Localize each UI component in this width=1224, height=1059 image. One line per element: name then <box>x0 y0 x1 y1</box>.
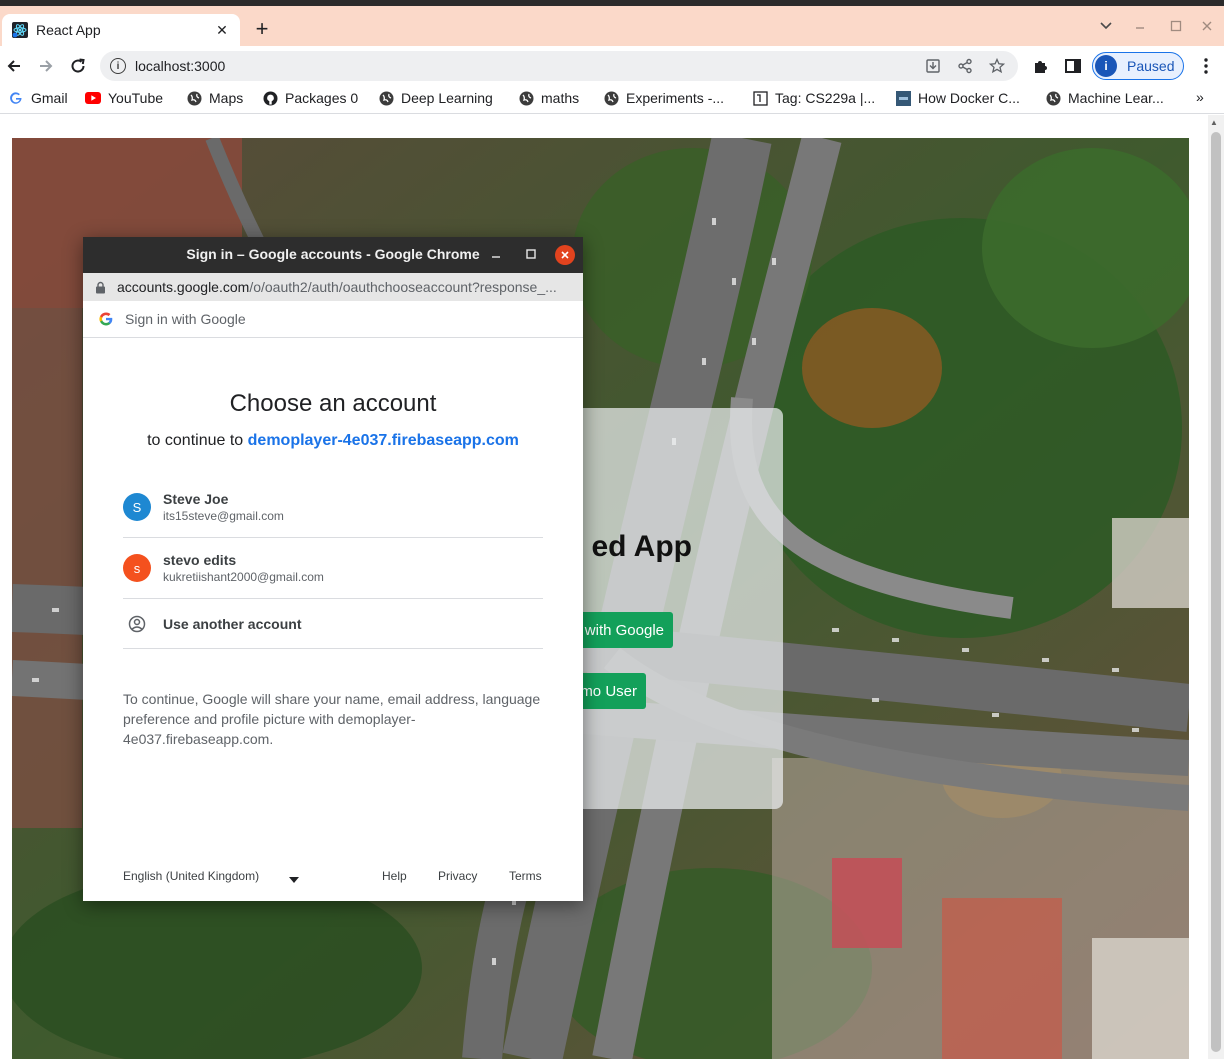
scroll-up-arrow-icon[interactable]: ▲ <box>1210 118 1218 127</box>
choose-account-heading: Choose an account <box>229 390 437 417</box>
globe-icon <box>1045 90 1061 106</box>
google-g-icon <box>8 90 24 106</box>
google-sign-in-popup: Sign in – Google accounts - Google Chrom… <box>83 237 583 901</box>
scrollbar-thumb[interactable] <box>1211 132 1221 1052</box>
share-icon[interactable] <box>954 55 976 77</box>
bookmark-label: Gmail <box>31 90 68 106</box>
install-app-icon[interactable] <box>922 55 944 77</box>
bookmark-label: Packages 0 <box>285 90 359 106</box>
side-panel-icon[interactable] <box>1062 55 1084 77</box>
popup-window-title: Sign in – Google accounts - Google Chrom… <box>186 246 480 262</box>
continue-app-link[interactable]: demoplayer-4e037.firebaseapp.com <box>248 432 519 449</box>
bookmark-label: Maps <box>209 90 244 106</box>
bookmark-label: maths <box>541 90 580 106</box>
account-email: kukretiishant2000@gmail.com <box>163 570 324 584</box>
more-bookmarks-button[interactable]: » <box>1196 89 1204 105</box>
browser-toolbar: i localhost:3000 i Paused <box>0 46 1224 86</box>
bookmark-label: Deep Learning <box>401 90 493 106</box>
tab-react-app[interactable]: React App ✕ <box>2 14 240 46</box>
bookmark-experiments[interactable]: Experiments -... <box>603 90 724 106</box>
bookmark-youtube[interactable]: YouTube <box>85 90 163 106</box>
github-icon <box>262 90 278 106</box>
reload-icon[interactable] <box>66 54 90 78</box>
popup-url-path: /o/oauth2/auth/oauthchooseaccount?respon… <box>249 279 557 295</box>
globe-icon <box>603 90 619 106</box>
maximize-icon[interactable] <box>1170 19 1182 35</box>
tab-close-icon[interactable]: ✕ <box>214 22 230 39</box>
site-info-icon[interactable]: i <box>110 58 126 74</box>
popup-maximize-icon[interactable] <box>525 247 537 264</box>
google-g-icon <box>99 312 113 326</box>
account-item-stevo-edits[interactable]: s stevo edits kukretiishant2000@gmail.co… <box>123 538 543 599</box>
account-circle-icon <box>123 615 151 633</box>
use-another-account-button[interactable]: Use another account <box>123 600 543 649</box>
back-arrow-icon[interactable] <box>2 54 26 78</box>
extensions-puzzle-icon[interactable] <box>1030 55 1052 77</box>
account-avatar: s <box>123 554 151 582</box>
popup-titlebar[interactable]: Sign in – Google accounts - Google Chrom… <box>83 237 583 273</box>
tds-icon <box>895 90 911 106</box>
popup-close-icon[interactable] <box>555 245 575 265</box>
bookmark-deep-learning[interactable]: Deep Learning <box>378 90 493 106</box>
popup-minimize-icon[interactable] <box>491 246 501 265</box>
bookmark-maps[interactable]: Maps <box>186 90 243 106</box>
address-bar[interactable]: i localhost:3000 <box>100 51 1018 81</box>
address-url: localhost:3000 <box>135 58 226 74</box>
youtube-icon <box>85 90 101 106</box>
use-another-account-label: Use another account <box>163 616 302 632</box>
popup-url: accounts.google.com/o/oauth2/auth/oauthc… <box>117 279 577 295</box>
react-icon <box>12 22 28 38</box>
minimize-icon[interactable] <box>1134 18 1146 34</box>
continue-prefix: to continue to <box>147 432 244 449</box>
bookmark-label: Machine Lear... <box>1068 90 1164 106</box>
privacy-link[interactable]: Privacy <box>438 869 477 883</box>
account-text: stevo edits kukretiishant2000@gmail.com <box>163 552 324 584</box>
terms-link[interactable]: Terms <box>509 869 542 883</box>
tab-strip: React App ✕ + <box>0 6 1224 46</box>
bookmark-gmail[interactable]: Gmail <box>8 90 68 106</box>
dropdown-arrow-icon[interactable] <box>289 872 299 886</box>
bookmark-cs229a[interactable]: Tag: CS229a |... <box>752 90 875 106</box>
bookmark-packages[interactable]: Packages 0 <box>262 90 358 106</box>
bookmark-label: Experiments -... <box>626 90 725 106</box>
globe-icon <box>518 90 534 106</box>
bookmark-maths[interactable]: maths <box>518 90 579 106</box>
profile-avatar: i <box>1095 55 1117 77</box>
account-name: Steve Joe <box>163 491 229 507</box>
account-email: its15steve@gmail.com <box>163 509 284 523</box>
forward-arrow-icon[interactable] <box>34 54 58 78</box>
bookmark-machine-learning[interactable]: Machine Lear... <box>1045 90 1164 106</box>
bookmark-star-icon[interactable] <box>986 55 1008 77</box>
account-name: stevo edits <box>163 552 237 568</box>
sign-in-with-google-header: Sign in with Google <box>83 301 583 338</box>
language-selector[interactable]: English (United Kingdom) <box>123 869 259 883</box>
continue-to-line: to continue to demoplayer-4e037.firebase… <box>83 432 583 450</box>
bookmark-docker[interactable]: How Docker C... <box>895 90 1020 106</box>
account-item-steve-joe[interactable]: S Steve Joe its15steve@gmail.com <box>123 477 543 538</box>
globe-icon <box>186 90 202 106</box>
bookmark-label: Tag: CS229a |... <box>775 90 876 106</box>
popup-footer: English (United Kingdom) Help Privacy Te… <box>123 867 543 887</box>
document-icon <box>752 90 768 106</box>
bookmark-label: YouTube <box>108 90 164 106</box>
globe-icon <box>378 90 394 106</box>
new-tab-button[interactable]: + <box>252 18 272 40</box>
lock-icon <box>95 280 107 294</box>
sharing-disclaimer: To continue, Google will share your name… <box>123 691 541 747</box>
popup-url-host: accounts.google.com <box>117 279 250 295</box>
help-link[interactable]: Help <box>382 869 407 883</box>
sign-in-with-google-label: Sign in with Google <box>125 311 246 327</box>
bookmarks-bar: Gmail YouTube Maps Packages 0 Deep Learn… <box>0 86 1224 114</box>
profile-status: Paused <box>1127 58 1175 74</box>
tab-search-chevron-icon[interactable] <box>1099 18 1113 35</box>
popup-url-bar: accounts.google.com/o/oauth2/auth/oauthc… <box>83 273 583 301</box>
account-text: Steve Joe its15steve@gmail.com <box>163 491 284 523</box>
kebab-menu-icon[interactable] <box>1195 55 1217 77</box>
profile-paused-button[interactable]: i Paused <box>1092 52 1184 80</box>
account-avatar: S <box>123 493 151 521</box>
close-window-icon[interactable] <box>1201 19 1213 35</box>
tab-title: React App <box>36 22 101 38</box>
bookmark-label: How Docker C... <box>918 90 1020 106</box>
